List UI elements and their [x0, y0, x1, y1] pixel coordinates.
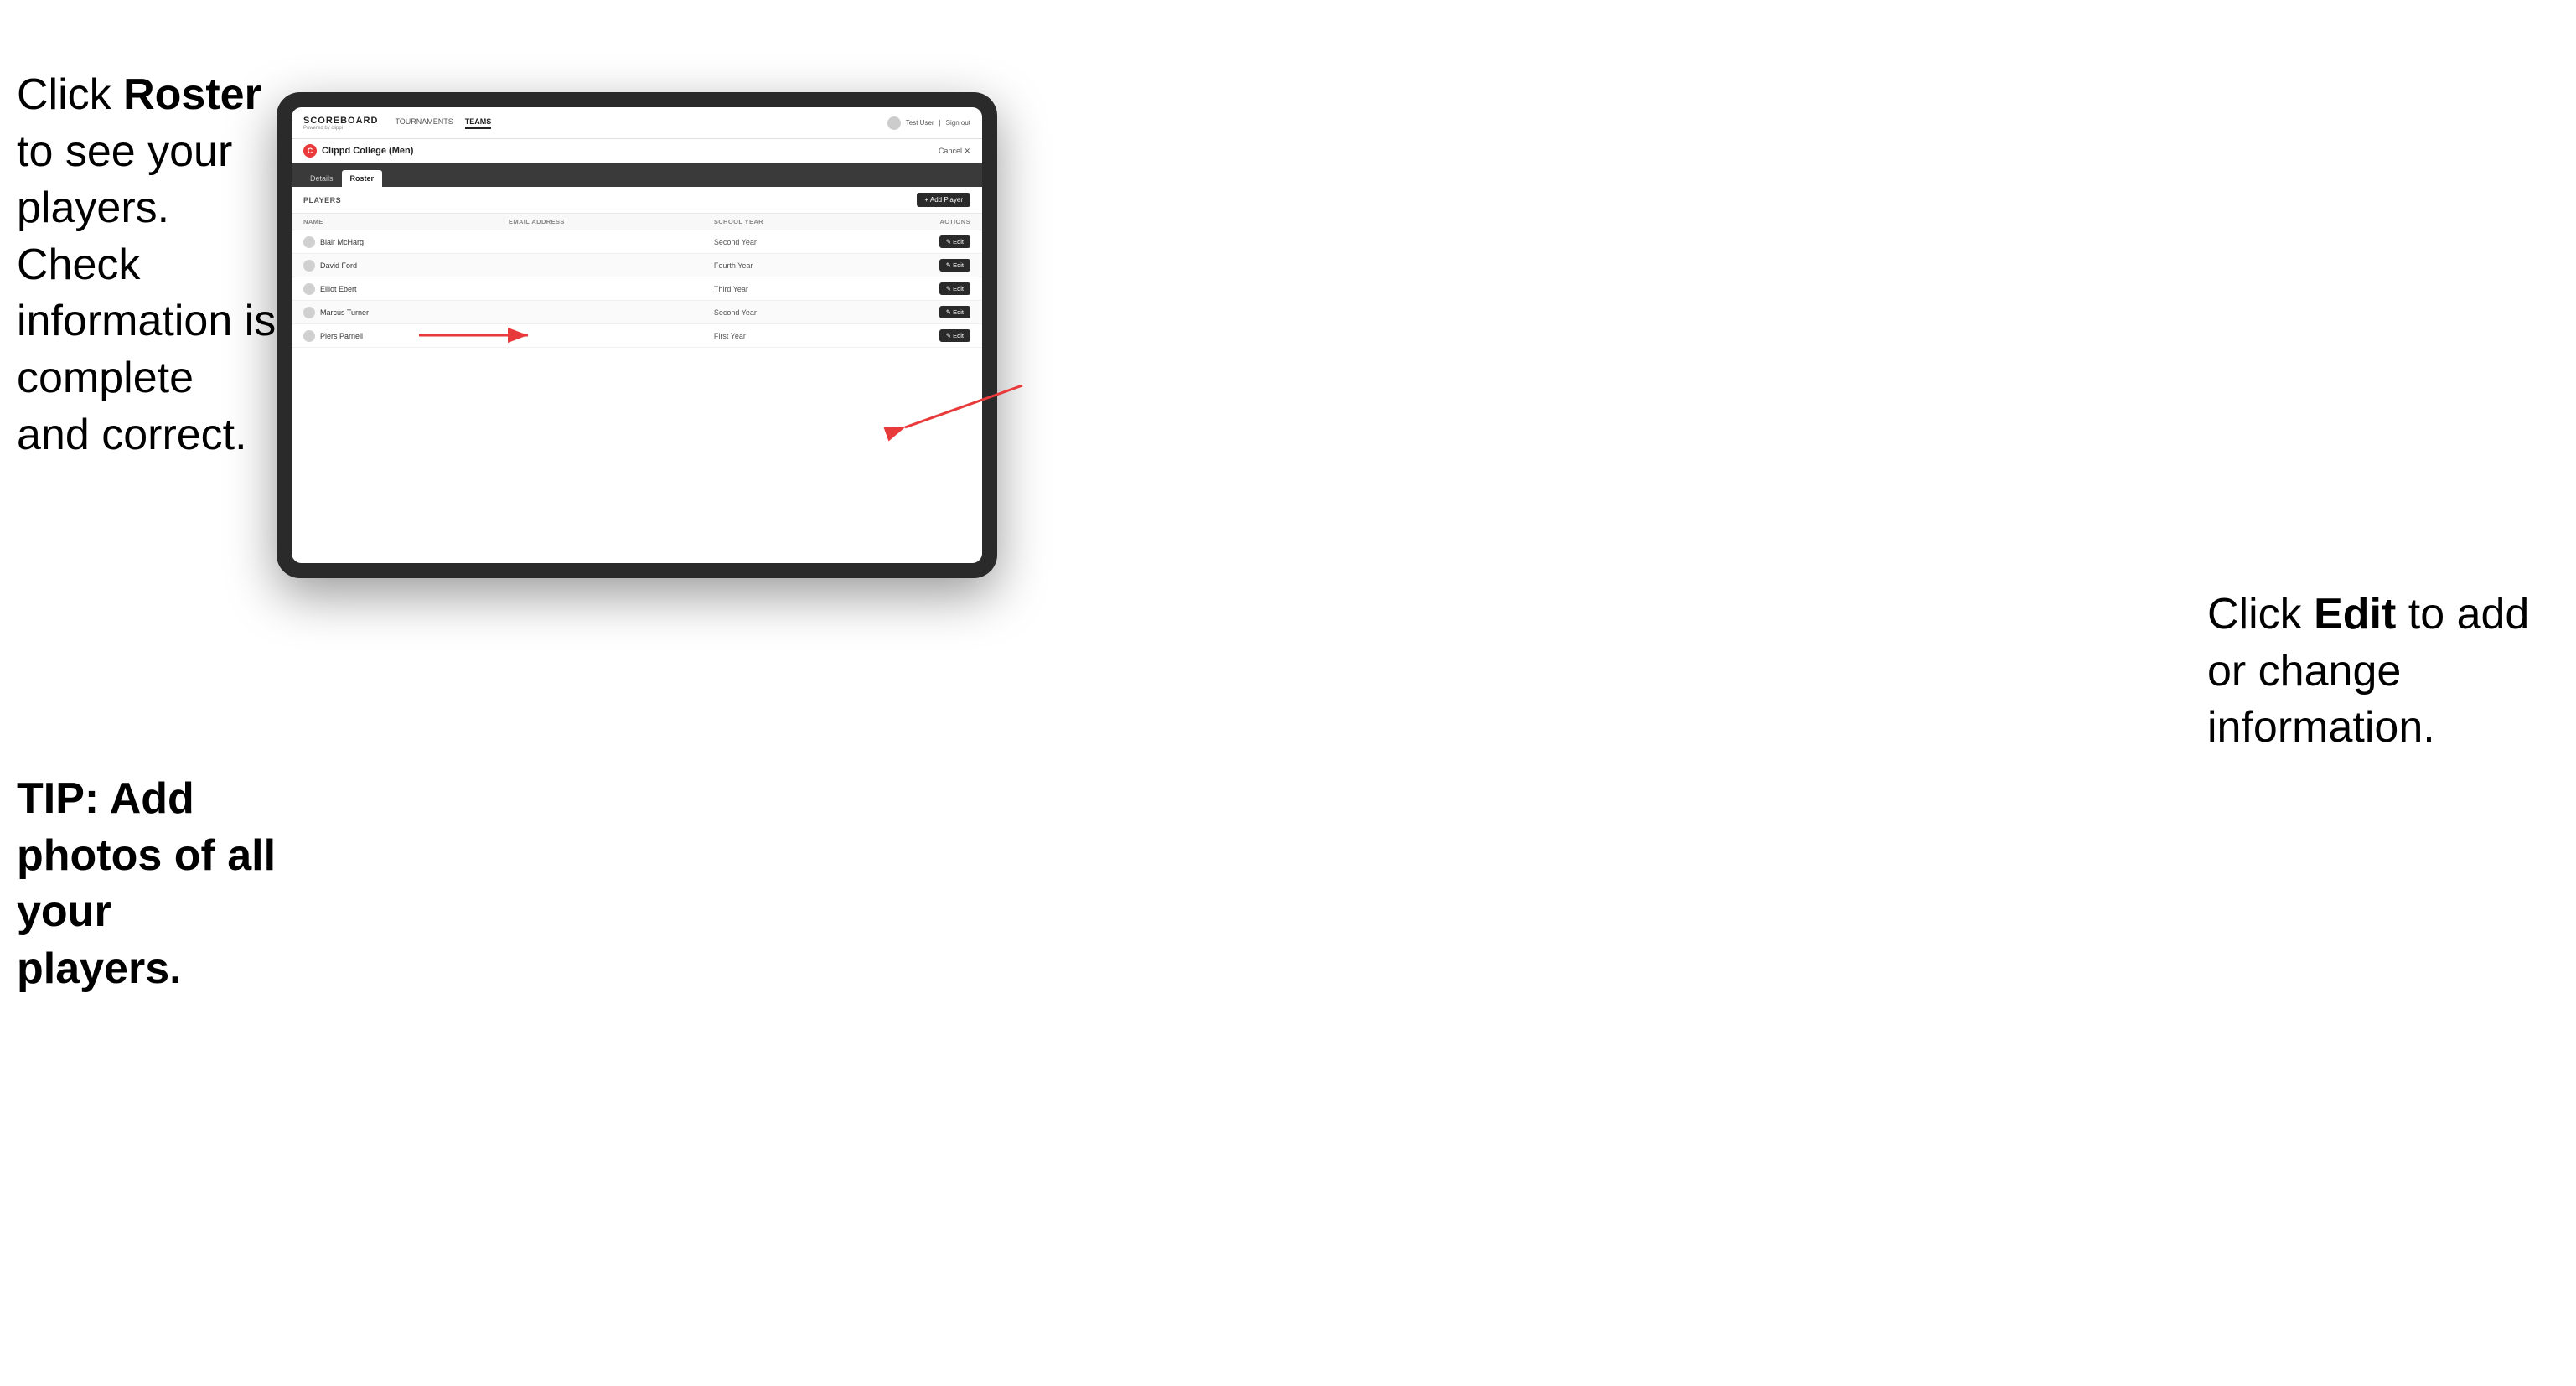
user-icon — [887, 116, 901, 130]
player-year: Second Year — [714, 238, 868, 246]
player-name: David Ford — [320, 261, 357, 270]
avatar — [303, 260, 315, 272]
team-name-area: C Clippd College (Men) — [303, 144, 413, 158]
edit-button[interactable]: ✎ Edit — [939, 282, 970, 295]
player-name: Blair McHarg — [320, 238, 364, 246]
table-row: David Ford Fourth Year ✎ Edit — [292, 254, 982, 277]
edit-button[interactable]: ✎ Edit — [939, 306, 970, 318]
logo-sub: Powered by clippi — [303, 126, 378, 131]
tab-bar: Details Roster — [292, 163, 982, 187]
table-row: Piers Parnell First Year ✎ Edit — [292, 324, 982, 348]
annotation-left: Click Roster to see your players. Check … — [17, 67, 277, 463]
avatar — [303, 283, 315, 295]
player-name: Marcus Turner — [320, 308, 369, 317]
edit-button[interactable]: ✎ Edit — [939, 259, 970, 272]
header-right: Test User | Sign out — [887, 116, 970, 130]
tablet-screen: SCOREBOARD Powered by clippi TOURNAMENTS… — [292, 107, 982, 563]
actions-cell: ✎ Edit — [868, 329, 970, 342]
col-name: NAME — [303, 218, 509, 225]
col-actions: ACTIONS — [868, 218, 970, 225]
table-body: Blair McHarg Second Year ✎ Edit David Fo… — [292, 230, 982, 563]
players-label: PLAYERS — [303, 196, 341, 204]
table-row: Blair McHarg Second Year ✎ Edit — [292, 230, 982, 254]
logo-text: SCOREBOARD — [303, 116, 378, 126]
player-cell: Marcus Turner — [303, 307, 509, 318]
tab-roster[interactable]: Roster — [342, 170, 383, 187]
annotation-right: Click Edit to add or change information. — [2207, 587, 2542, 757]
team-logo: C — [303, 144, 317, 158]
player-cell: Elliot Ebert — [303, 283, 509, 295]
tablet-device: SCOREBOARD Powered by clippi TOURNAMENTS… — [277, 92, 997, 578]
avatar — [303, 307, 315, 318]
player-year: First Year — [714, 332, 868, 340]
content-area: PLAYERS + Add Player NAME EMAIL ADDRESS … — [292, 187, 982, 563]
avatar — [303, 330, 315, 342]
player-name: Piers Parnell — [320, 332, 363, 340]
app-header: SCOREBOARD Powered by clippi TOURNAMENTS… — [292, 107, 982, 139]
user-label: Test User — [906, 119, 934, 127]
actions-cell: ✎ Edit — [868, 235, 970, 248]
nav-tournaments[interactable]: TOURNAMENTS — [395, 117, 453, 129]
col-year: SCHOOL YEAR — [714, 218, 868, 225]
player-cell: David Ford — [303, 260, 509, 272]
add-player-button[interactable]: + Add Player — [917, 193, 970, 207]
players-header: PLAYERS + Add Player — [292, 187, 982, 214]
separator: | — [939, 119, 941, 127]
table-row: Marcus Turner Second Year ✎ Edit — [292, 301, 982, 324]
actions-cell: ✎ Edit — [868, 259, 970, 272]
sign-out-link[interactable]: Sign out — [946, 119, 970, 127]
player-year: Third Year — [714, 285, 868, 293]
nav-teams[interactable]: TEAMS — [465, 117, 492, 129]
tab-details[interactable]: Details — [302, 170, 342, 187]
edit-button[interactable]: ✎ Edit — [939, 235, 970, 248]
player-year: Second Year — [714, 308, 868, 317]
actions-cell: ✎ Edit — [868, 306, 970, 318]
team-name: Clippd College (Men) — [322, 146, 413, 156]
col-email: EMAIL ADDRESS — [509, 218, 714, 225]
annotation-tip: TIP: Add photos of all your players. — [17, 771, 277, 997]
player-cell: Piers Parnell — [303, 330, 509, 342]
avatar — [303, 236, 315, 248]
table-header: NAME EMAIL ADDRESS SCHOOL YEAR ACTIONS — [292, 214, 982, 230]
player-cell: Blair McHarg — [303, 236, 509, 248]
cancel-button[interactable]: Cancel ✕ — [939, 147, 970, 156]
table-row: Elliot Ebert Third Year ✎ Edit — [292, 277, 982, 301]
nav-links: TOURNAMENTS TEAMS — [395, 117, 887, 129]
team-header: C Clippd College (Men) Cancel ✕ — [292, 139, 982, 163]
player-name: Elliot Ebert — [320, 285, 357, 293]
actions-cell: ✎ Edit — [868, 282, 970, 295]
player-year: Fourth Year — [714, 261, 868, 270]
edit-button[interactable]: ✎ Edit — [939, 329, 970, 342]
logo-area: SCOREBOARD Powered by clippi — [303, 116, 378, 131]
